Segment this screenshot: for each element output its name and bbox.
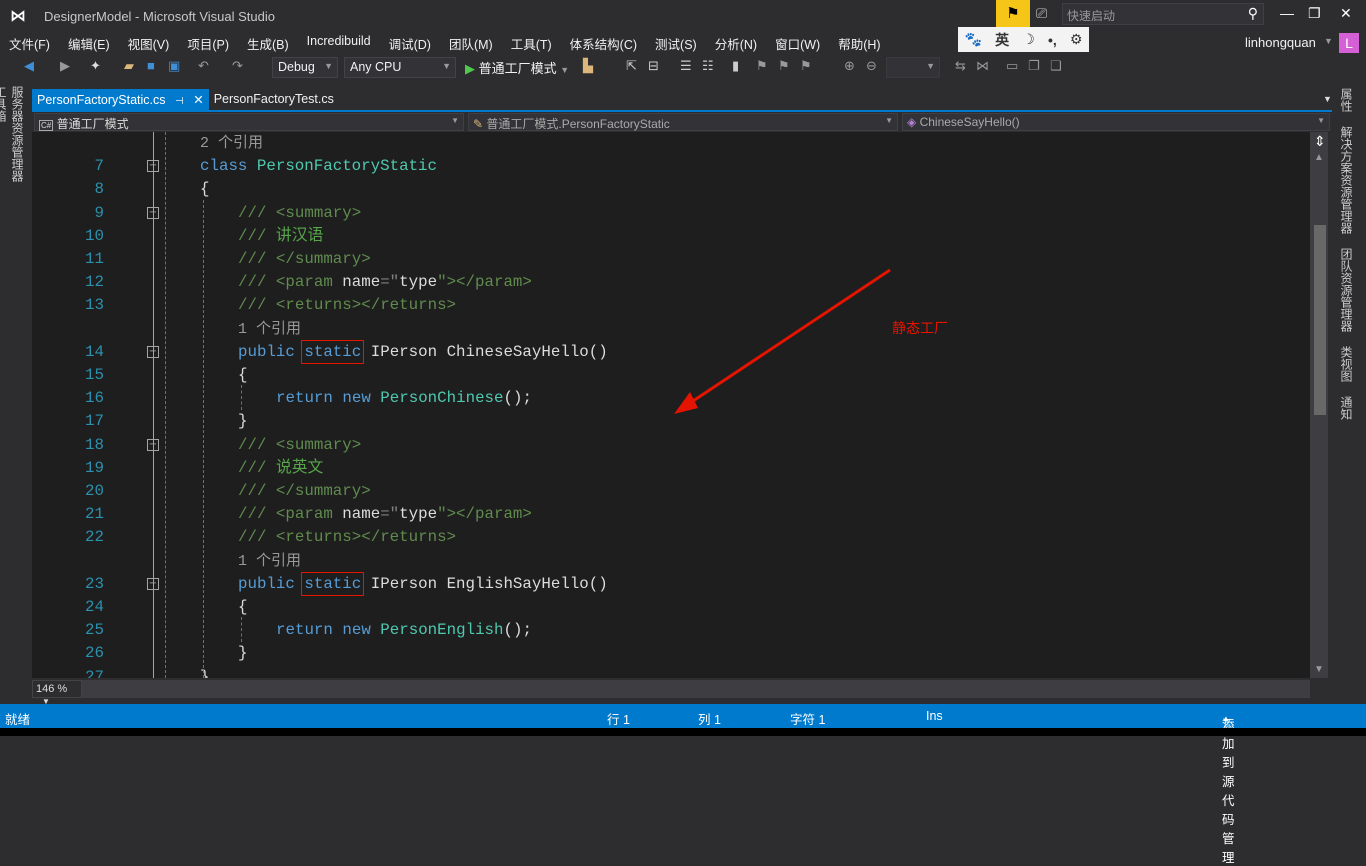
status-column: 列 1 bbox=[698, 713, 721, 727]
arrow-shaft bbox=[689, 268, 891, 405]
chevron-up-icon: ▲ bbox=[1222, 714, 1230, 723]
status-insert-mode: Ins bbox=[926, 709, 943, 723]
taskbar bbox=[0, 728, 1366, 736]
source-control-label: 添加到源代码管理 bbox=[1222, 718, 1235, 865]
annotation-arrow bbox=[674, 268, 891, 414]
arrow-head bbox=[674, 392, 698, 414]
status-line: 行 1 bbox=[607, 713, 630, 727]
status-char: 字符 1 bbox=[790, 713, 826, 727]
status-ready: 就绪 bbox=[5, 713, 31, 727]
annotation-label: 静态工厂 bbox=[892, 320, 948, 336]
status-bar: 就绪 行 1 列 1 字符 1 Ins 🡑 添加到源代码管理 ▲ bbox=[0, 704, 1366, 865]
